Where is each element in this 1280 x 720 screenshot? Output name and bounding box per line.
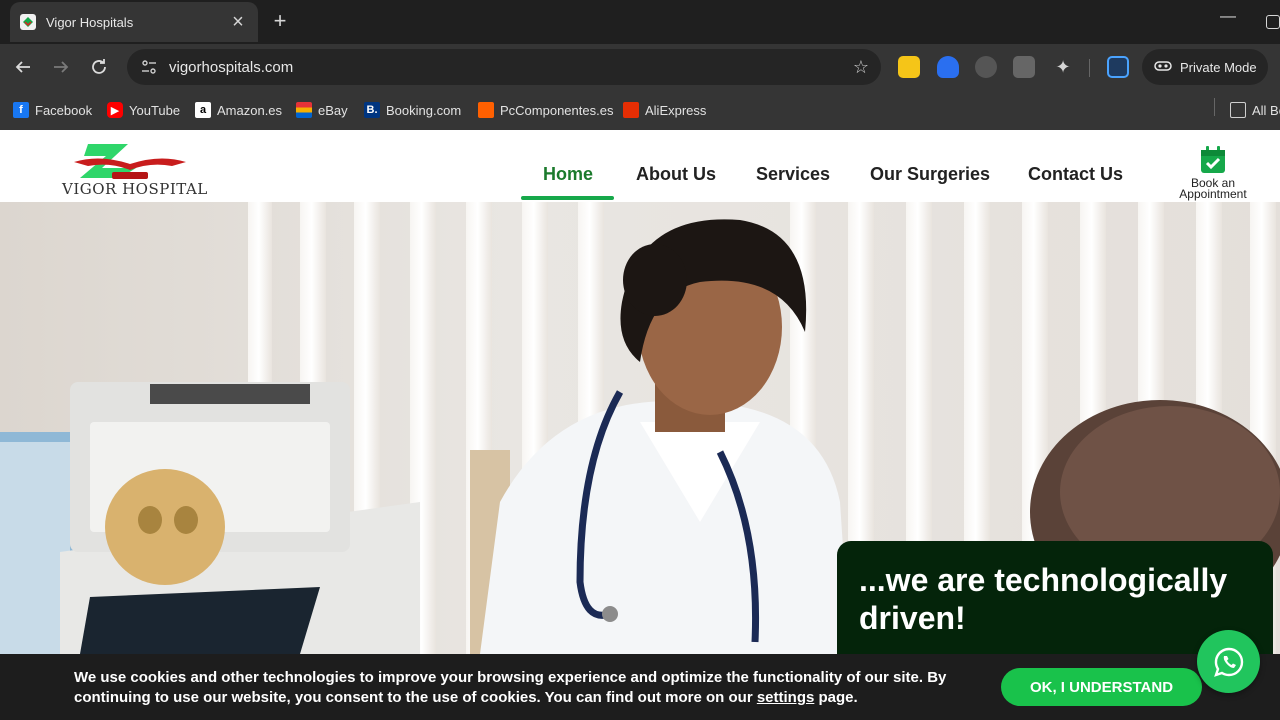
private-mode-label: Private Mode xyxy=(1180,59,1257,75)
amazon-icon: a xyxy=(195,102,211,118)
private-mode-button[interactable]: Private Mode xyxy=(1142,49,1268,85)
appointment-line2: Appointment xyxy=(1179,187,1247,201)
bookmark-aliexpress[interactable]: AliExpress xyxy=(623,100,706,120)
site-header: VIGOR HOSPITAL Home About Us Services Ou… xyxy=(0,130,1280,202)
extension-shield-icon[interactable] xyxy=(898,56,920,78)
extension-verified-icon[interactable] xyxy=(975,56,997,78)
aliexpress-icon xyxy=(623,102,639,118)
bookmark-youtube[interactable]: ▶ YouTube xyxy=(107,100,180,120)
facebook-icon: f xyxy=(13,102,29,118)
all-bookmarks-folder[interactable]: All Bo xyxy=(1230,100,1280,120)
tab-title: Vigor Hospitals xyxy=(46,14,134,30)
bookmarks-bar: f Facebook ▶ YouTube a Amazon.es eBay B.… xyxy=(0,90,1280,130)
reload-icon[interactable] xyxy=(87,55,111,79)
bookmark-label: YouTube xyxy=(129,102,181,118)
youtube-icon: ▶ xyxy=(107,102,123,118)
bookmark-label: AliExpress xyxy=(645,102,707,118)
folder-icon xyxy=(1230,102,1246,118)
nav-about-us[interactable]: About Us xyxy=(636,164,716,185)
forward-arrow-icon[interactable] xyxy=(49,55,73,79)
browser-tab-bar: Vigor Hospitals × + — xyxy=(0,0,1280,44)
bookmark-booking[interactable]: B. Booking.com xyxy=(364,100,461,120)
address-bar[interactable]: vigorhospitals.com ☆ xyxy=(127,49,881,85)
logo-text: VIGOR HOSPITAL xyxy=(62,180,208,198)
extensions-puzzle-icon[interactable]: ✦ xyxy=(1052,56,1074,78)
bookmark-amazon[interactable]: a Amazon.es xyxy=(195,100,282,120)
whatsapp-chat-button[interactable] xyxy=(1197,630,1260,693)
bookmark-pccomponentes[interactable]: PcComponentes.es xyxy=(478,100,613,120)
bookmark-label: Booking.com xyxy=(386,102,462,118)
toolbar-separator xyxy=(1089,59,1090,77)
bookmark-facebook[interactable]: f Facebook xyxy=(13,100,92,120)
bookmark-ebay[interactable]: eBay xyxy=(296,100,348,120)
private-mask-icon xyxy=(1154,60,1172,75)
tab-close-icon[interactable]: × xyxy=(228,12,248,32)
bookmark-label: eBay xyxy=(318,102,348,118)
back-arrow-icon[interactable] xyxy=(11,55,35,79)
pccomponentes-icon xyxy=(478,102,494,118)
nav-contact-us[interactable]: Contact Us xyxy=(1028,164,1123,185)
bookmark-star-icon[interactable]: ☆ xyxy=(853,57,869,78)
nav-our-surgeries[interactable]: Our Surgeries xyxy=(870,164,990,185)
calendar-check-icon xyxy=(1201,146,1225,173)
bookmarks-separator xyxy=(1214,98,1215,116)
restore-window-icon[interactable] xyxy=(1266,15,1280,29)
site-settings-icon[interactable] xyxy=(139,57,159,77)
hero-tagline-line1: ...we are technologically xyxy=(859,562,1228,598)
hero-tagline-line2: driven! xyxy=(859,600,966,636)
nav-active-underline xyxy=(521,196,614,200)
browser-tab[interactable]: Vigor Hospitals × xyxy=(10,2,258,42)
booking-icon: B. xyxy=(364,102,380,118)
sidebar-toggle-icon[interactable] xyxy=(1107,56,1129,78)
whatsapp-icon xyxy=(1213,647,1243,677)
bookmark-label: PcComponentes.es xyxy=(500,102,614,118)
nav-services[interactable]: Services xyxy=(756,164,830,185)
nav-home[interactable]: Home xyxy=(543,164,593,185)
cookie-message: We use cookies and other technologies to… xyxy=(74,668,954,708)
bookmark-label: Facebook xyxy=(35,102,93,118)
book-appointment-button[interactable]: Book an Appointment xyxy=(1170,146,1256,200)
minimize-window-icon[interactable]: — xyxy=(1220,8,1236,26)
url-text[interactable]: vigorhospitals.com xyxy=(169,59,853,76)
bookmark-label: Amazon.es xyxy=(217,102,283,118)
extension-password-icon[interactable] xyxy=(937,56,959,78)
cookie-settings-link[interactable]: settings xyxy=(757,689,815,706)
browser-toolbar: vigorhospitals.com ☆ ✦ Private Mode xyxy=(0,44,1280,90)
ebay-icon xyxy=(296,102,312,118)
cookie-accept-button[interactable]: OK, I UNDERSTAND xyxy=(1001,668,1202,706)
all-bookmarks-label: All Bo xyxy=(1252,102,1280,118)
cookie-message-tail: page. xyxy=(814,689,858,706)
new-tab-plus-icon[interactable]: + xyxy=(268,9,292,33)
site-favicon-icon xyxy=(20,14,36,30)
extension-video-icon[interactable] xyxy=(1013,56,1035,78)
